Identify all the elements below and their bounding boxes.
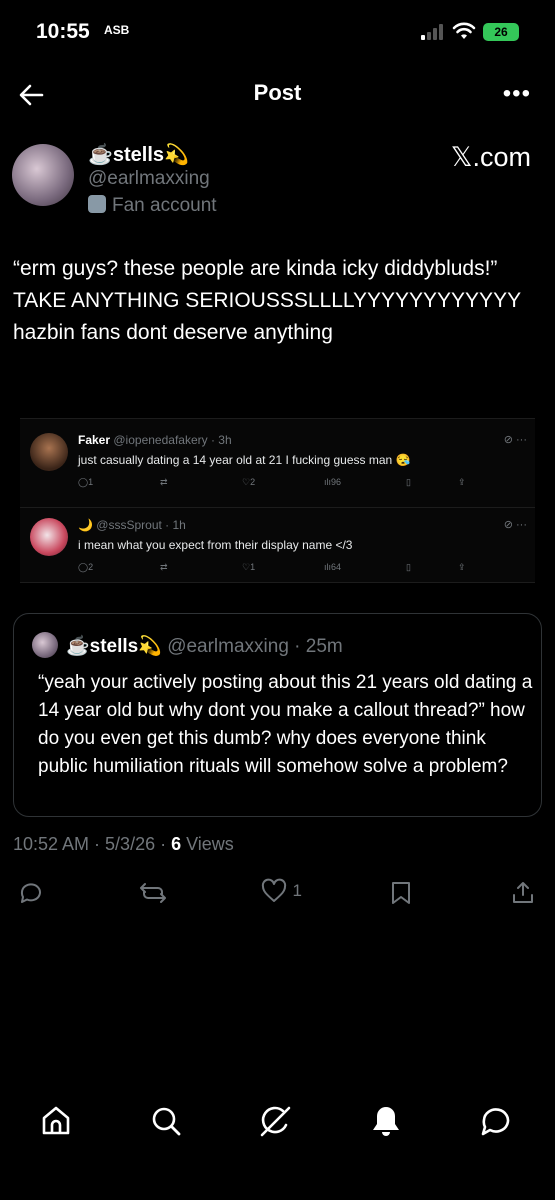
- reply-like-count: 2: [250, 477, 256, 487]
- reply-menu-icon: ⊘ ···: [503, 434, 527, 446]
- reply-repost-icon: ⇄: [160, 477, 168, 487]
- repost-icon[interactable]: [138, 880, 168, 906]
- share-icon[interactable]: [510, 880, 536, 906]
- reply-like-icon: ♡ 2: [242, 477, 256, 487]
- reply-meta: @sssSprout · 1h: [96, 518, 186, 532]
- reply-icon[interactable]: [18, 880, 44, 906]
- reply-name: Faker: [78, 433, 111, 447]
- reply-author: 🌙 @sssSprout · 1h: [78, 518, 186, 532]
- quote-text: “yeah your actively posting about this 2…: [38, 672, 533, 777]
- more-horizontal-icon[interactable]: •••: [503, 80, 531, 108]
- reply-actions: ◯ 2 ⇄ ♡ 1 ılı 64 ▯ ⇪: [78, 562, 478, 576]
- reply-text: just casually dating a 14 year old at 21…: [78, 453, 411, 467]
- quoted-post[interactable]: ☕stells💫 @earlmaxxing · 25m “yeah your a…: [13, 613, 542, 817]
- like-button[interactable]: 1: [260, 878, 302, 904]
- post-timestamp: 10:52 AM · 5/3/26 · 6 Views: [13, 834, 234, 855]
- notifications-icon[interactable]: [368, 1103, 404, 1139]
- grok-icon[interactable]: [258, 1103, 294, 1139]
- post-text: “erm guys? these people are kinda icky d…: [13, 257, 521, 344]
- quote-meta: @earlmaxxing · 25m: [167, 636, 343, 657]
- messages-icon[interactable]: [478, 1103, 514, 1139]
- reply-actions: ◯ 1 ⇄ ♡ 2 ılı 96 ▯ ⇪: [78, 477, 478, 491]
- reply-share-icon: ⇪: [458, 562, 466, 572]
- fan-account-label: Fan account: [88, 195, 217, 217]
- embedded-reply: 🌙 @sssSprout · 1h i mean what you expect…: [20, 507, 535, 587]
- reply-repost-icon: ⇄: [160, 562, 168, 572]
- quote-avatar: [32, 632, 58, 658]
- reply-text: i mean what you expect from their displa…: [78, 538, 353, 552]
- embedded-reply: Faker @iopenedafakery · 3h just casually…: [20, 423, 535, 503]
- reply-menu-icon: ⊘ ···: [503, 519, 527, 531]
- reply-bookmark-icon: ▯: [406, 562, 411, 572]
- reply-meta: @iopenedafakery · 3h: [113, 433, 232, 447]
- timestamp-date: 10:52 AM · 5/3/26 ·: [13, 834, 172, 854]
- page-title: Post: [253, 80, 302, 105]
- reply-views-count: 96: [331, 477, 342, 487]
- silent-mode-icon: ASB: [104, 23, 130, 37]
- wifi-icon: [452, 22, 476, 39]
- brand-logo: 𝕏.com: [450, 142, 531, 172]
- fan-account-text: Fan account: [112, 195, 217, 216]
- mask-icon: [88, 195, 106, 213]
- views-count: 6: [171, 834, 182, 854]
- bookmark-icon[interactable]: [388, 880, 414, 906]
- reply-bookmark-icon: ▯: [406, 477, 411, 487]
- reply-share-icon: ⇪: [458, 477, 466, 487]
- reply-name: 🌙: [78, 518, 93, 532]
- reply-avatar: [30, 518, 68, 556]
- top-nav: Post •••: [0, 70, 555, 118]
- post-actions: 1: [0, 874, 555, 914]
- search-icon[interactable]: [148, 1103, 184, 1139]
- reply-comment-icon: ◯ 2: [78, 562, 94, 572]
- reply-views-icon: ılı 64: [324, 562, 342, 572]
- battery-indicator: 26: [483, 23, 519, 41]
- reply-comment-count: 1: [88, 477, 94, 487]
- reply-comment-icon: ◯ 1: [78, 477, 94, 487]
- reply-comment-count: 2: [88, 562, 94, 572]
- status-bar: 10:55 ASB 26: [0, 0, 555, 62]
- quote-header: ☕stells💫 @earlmaxxing · 25m: [66, 634, 343, 658]
- reply-avatar: [30, 433, 68, 471]
- home-icon[interactable]: [38, 1103, 74, 1139]
- author-name[interactable]: ☕stells💫: [88, 142, 189, 167]
- quote-author-name: ☕stells💫: [66, 636, 162, 657]
- bottom-tab-bar: [0, 1095, 555, 1145]
- reply-views-count: 64: [331, 562, 342, 572]
- views-label: Views: [181, 834, 234, 854]
- heart-icon: [261, 878, 287, 902]
- avatar[interactable]: [12, 144, 74, 206]
- status-time: 10:55: [36, 20, 90, 43]
- author-handle[interactable]: @earlmaxxing: [88, 168, 210, 190]
- reply-author: Faker @iopenedafakery · 3h: [78, 433, 232, 447]
- reply-like-icon: ♡ 1: [242, 562, 256, 572]
- like-count: 1: [292, 881, 302, 900]
- embedded-image[interactable]: Faker @iopenedafakery · 3h just casually…: [20, 418, 535, 583]
- signal-icon: [421, 24, 443, 40]
- reply-like-count: 1: [250, 562, 256, 572]
- home-indicator: [190, 1184, 365, 1189]
- reply-views-icon: ılı 96: [324, 477, 342, 487]
